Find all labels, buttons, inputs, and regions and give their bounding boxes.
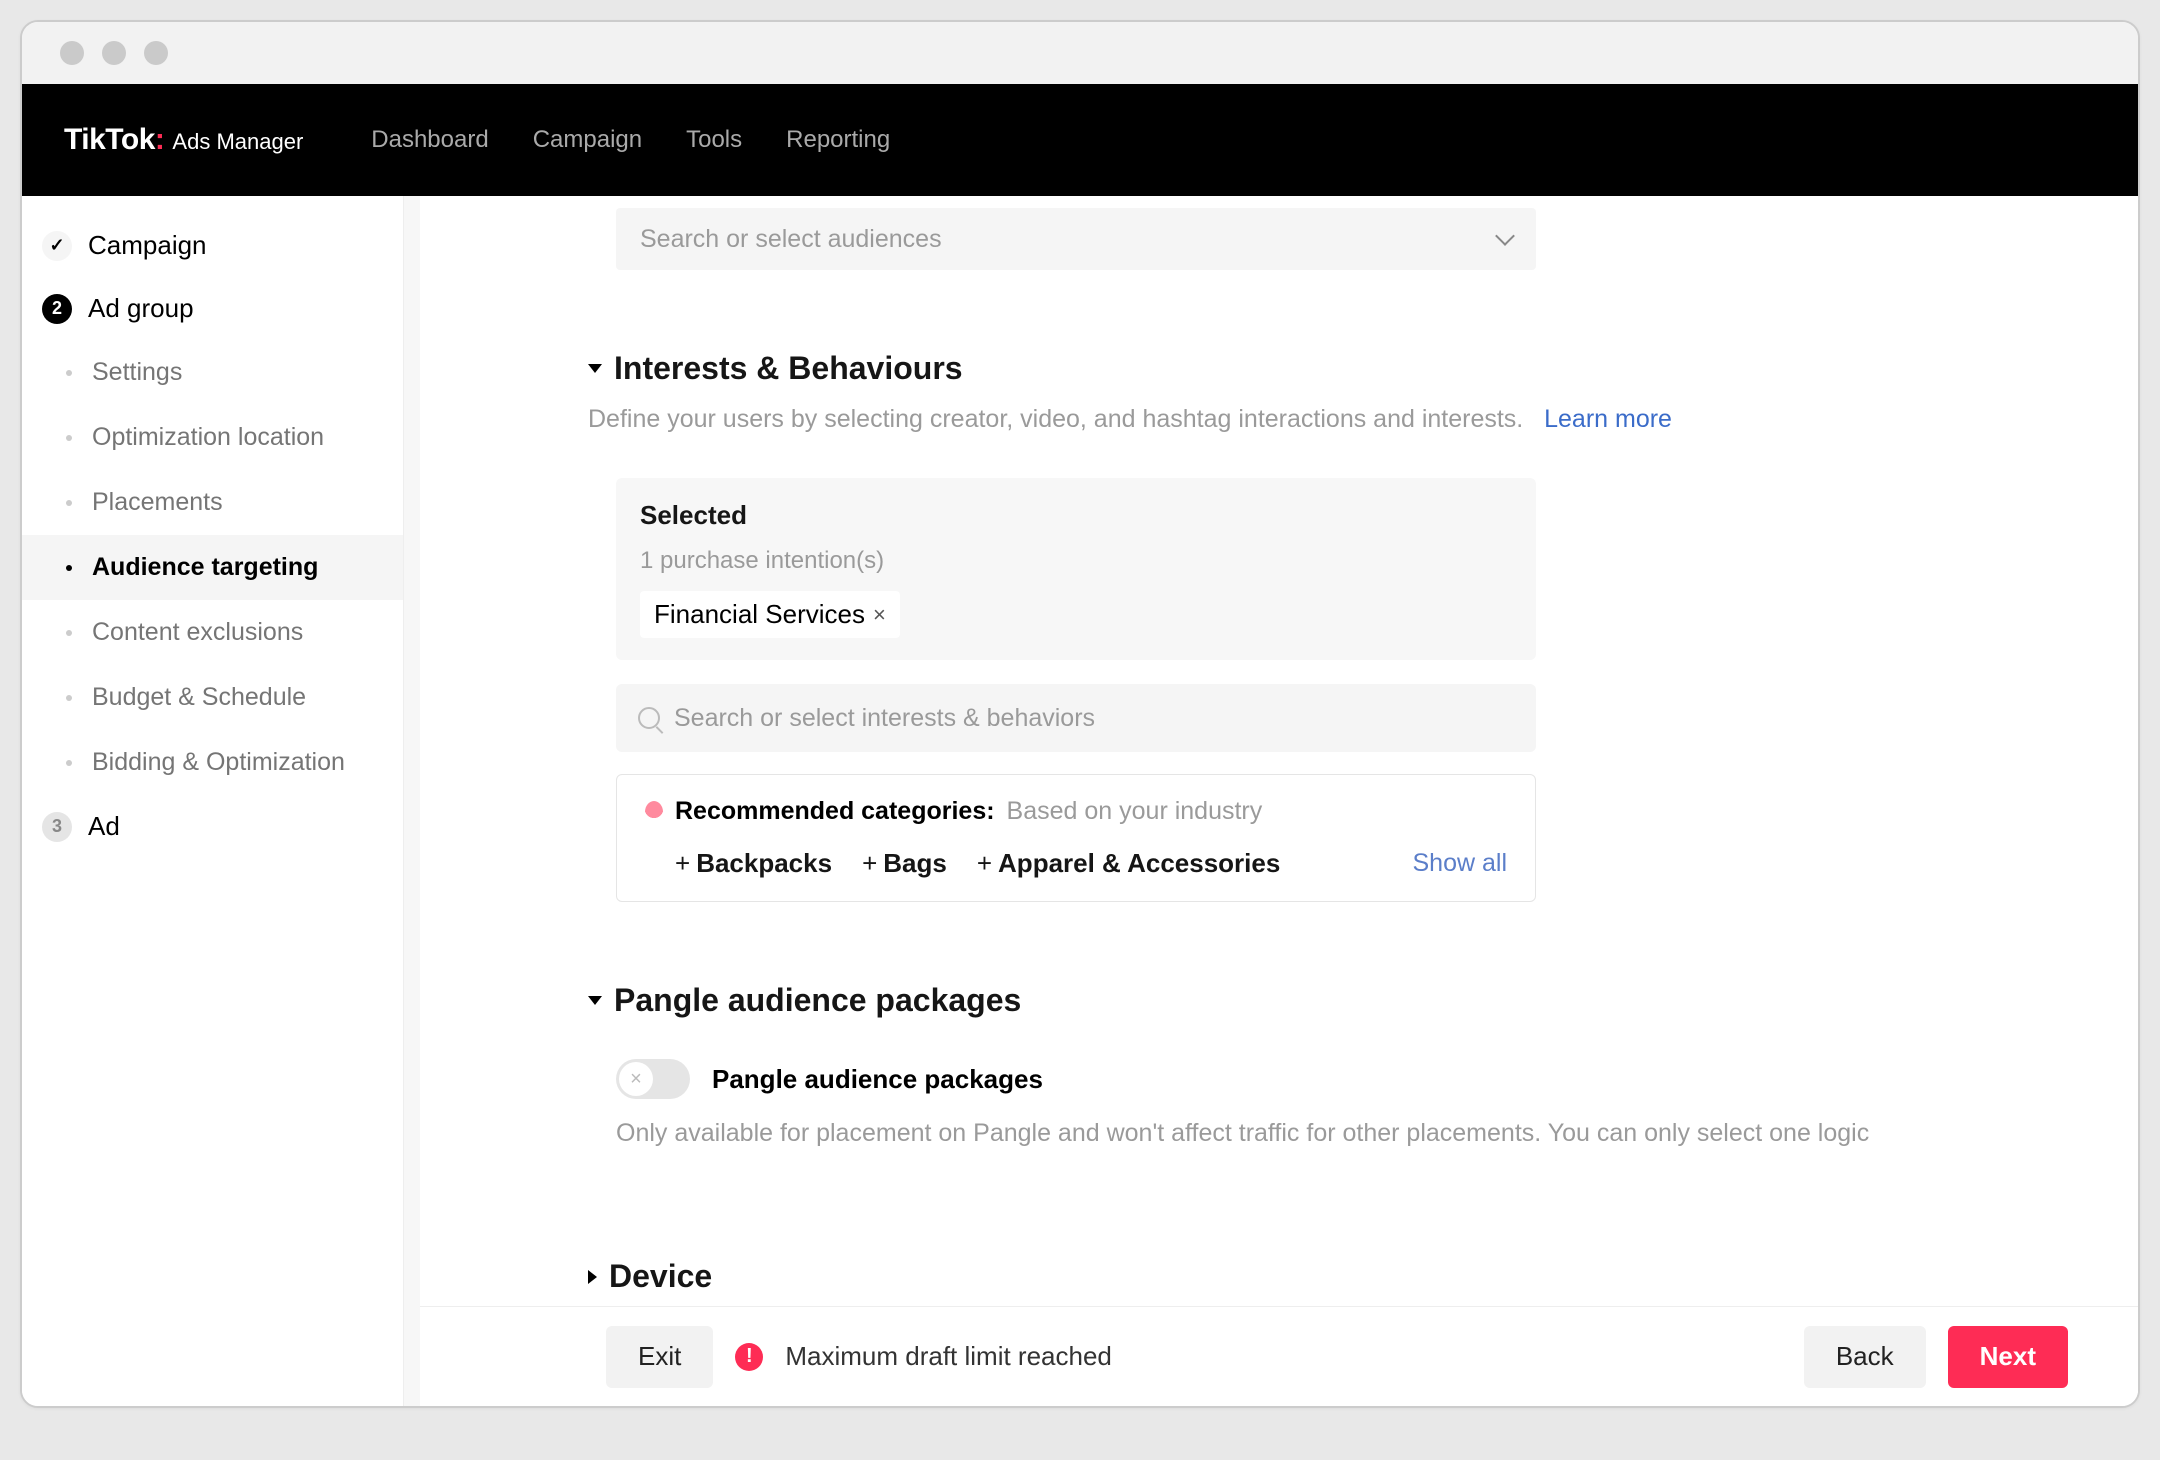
- chevron-down-icon: [1495, 226, 1515, 246]
- section-pangle: Pangle audience packages Pangle audience…: [588, 982, 1948, 1148]
- sidebar-item-budget-schedule[interactable]: Budget & Schedule: [22, 665, 403, 730]
- section-title: Pangle audience packages: [614, 982, 1021, 1019]
- sidebar-item-label: Budget & Schedule: [92, 683, 306, 712]
- pangle-toggle-row: Pangle audience packages: [616, 1059, 1948, 1099]
- sidebar-item-label: Audience targeting: [92, 553, 318, 582]
- selected-label: Selected: [640, 500, 1512, 531]
- step-label: Ad group: [88, 293, 194, 324]
- description-text: Define your users by selecting creator, …: [588, 405, 1523, 433]
- selected-box: Selected 1 purchase intention(s) Financi…: [616, 478, 1536, 660]
- logo[interactable]: TikTok: Ads Manager: [64, 123, 303, 157]
- sidebar: ✓ Campaign 2 Ad group Settings Optimizat…: [22, 196, 404, 1406]
- sidebar-item-content-exclusions[interactable]: Content exclusions: [22, 600, 403, 665]
- select-placeholder: Search or select audiences: [640, 225, 942, 254]
- sidebar-item-label: Content exclusions: [92, 618, 303, 647]
- caret-down-icon: [588, 996, 602, 1005]
- window-minimize-icon[interactable]: [102, 41, 126, 65]
- interests-search-input[interactable]: Search or select interests & behaviors: [616, 684, 1536, 752]
- toggle-label: Pangle audience packages: [712, 1064, 1043, 1095]
- recommended-box: Recommended categories: Based on your in…: [616, 774, 1536, 902]
- step-label: Ad: [88, 811, 120, 842]
- nav-dashboard[interactable]: Dashboard: [371, 126, 488, 154]
- sidebar-item-audience-targeting[interactable]: Audience targeting: [22, 535, 403, 600]
- footer-bar: Exit ! Maximum draft limit reached Back …: [420, 1306, 2138, 1406]
- recommended-basis: Based on your industry: [1007, 797, 1263, 826]
- step-ad[interactable]: 3 Ad: [22, 795, 403, 858]
- sidebar-item-bidding-optimization[interactable]: Bidding & Optimization: [22, 730, 403, 795]
- exit-button[interactable]: Exit: [606, 1326, 713, 1388]
- warning-text: Maximum draft limit reached: [785, 1341, 1112, 1372]
- search-icon: [638, 707, 660, 729]
- sidebar-item-label: Placements: [92, 488, 223, 517]
- section-header[interactable]: Device: [588, 1258, 1948, 1295]
- step-check-icon: ✓: [42, 231, 72, 261]
- bullet-icon: [66, 565, 72, 571]
- bullet-icon: [66, 500, 72, 506]
- sidebar-item-label: Optimization location: [92, 423, 324, 452]
- rec-item-backpacks[interactable]: +Backpacks: [675, 848, 832, 879]
- bullet-icon: [66, 695, 72, 701]
- bulb-icon: [645, 801, 663, 823]
- next-button[interactable]: Next: [1948, 1326, 2068, 1388]
- recommended-label: Recommended categories:: [675, 797, 995, 826]
- top-nav: TikTok: Ads Manager Dashboard Campaign T…: [22, 84, 2138, 196]
- selected-count: 1 purchase intention(s): [640, 547, 1512, 575]
- bullet-icon: [66, 760, 72, 766]
- browser-window: TikTok: Ads Manager Dashboard Campaign T…: [20, 20, 2140, 1408]
- section-device: Device: [588, 1258, 1948, 1295]
- sidebar-item-label: Bidding & Optimization: [92, 748, 345, 777]
- logo-text: TikTok:: [64, 123, 164, 157]
- content-area: ✓ Campaign 2 Ad group Settings Optimizat…: [22, 196, 2138, 1406]
- browser-titlebar: [22, 22, 2138, 84]
- section-header[interactable]: Pangle audience packages: [588, 982, 1948, 1019]
- chip-remove-icon[interactable]: ×: [873, 602, 886, 628]
- section-title: Device: [609, 1258, 712, 1295]
- window-zoom-icon[interactable]: [144, 41, 168, 65]
- sidebar-item-placements[interactable]: Placements: [22, 470, 403, 535]
- section-description: Define your users by selecting creator, …: [588, 405, 1948, 434]
- show-all-link[interactable]: Show all: [1413, 849, 1508, 878]
- learn-more-link[interactable]: Learn more: [1544, 405, 1672, 433]
- caret-right-icon: [588, 1270, 597, 1284]
- section-header[interactable]: Interests & Behaviours: [588, 350, 1948, 387]
- chip-label: Financial Services: [654, 599, 865, 630]
- nav-reporting[interactable]: Reporting: [786, 126, 890, 154]
- pangle-description: Only available for placement on Pangle a…: [616, 1119, 1948, 1148]
- bullet-icon: [66, 630, 72, 636]
- pangle-toggle[interactable]: [616, 1059, 690, 1099]
- step-label: Campaign: [88, 230, 207, 261]
- rec-item-apparel[interactable]: +Apparel & Accessories: [977, 848, 1280, 879]
- window-close-icon[interactable]: [60, 41, 84, 65]
- back-button[interactable]: Back: [1804, 1326, 1926, 1388]
- step-ad-group[interactable]: 2 Ad group: [22, 277, 403, 340]
- logo-subtitle: Ads Manager: [172, 129, 303, 155]
- caret-down-icon: [588, 364, 602, 373]
- selected-chip: Financial Services ×: [640, 591, 900, 638]
- section-title: Interests & Behaviours: [614, 350, 963, 387]
- bullet-icon: [66, 435, 72, 441]
- rec-item-bags[interactable]: +Bags: [862, 848, 947, 879]
- main-panel: Search or select audiences Interests & B…: [420, 196, 2138, 1406]
- step-number-icon: 2: [42, 294, 72, 324]
- sidebar-item-settings[interactable]: Settings: [22, 340, 403, 405]
- sidebar-item-label: Settings: [92, 358, 182, 387]
- search-placeholder: Search or select interests & behaviors: [674, 704, 1095, 733]
- warning-icon: !: [735, 1343, 763, 1371]
- section-interests: Interests & Behaviours Define your users…: [588, 350, 1948, 902]
- sidebar-item-optimization-location[interactable]: Optimization location: [22, 405, 403, 470]
- step-number-icon: 3: [42, 812, 72, 842]
- nav-campaign[interactable]: Campaign: [533, 126, 642, 154]
- bullet-icon: [66, 370, 72, 376]
- nav-tools[interactable]: Tools: [686, 126, 742, 154]
- audiences-select[interactable]: Search or select audiences: [616, 208, 1536, 270]
- step-campaign[interactable]: ✓ Campaign: [22, 214, 403, 277]
